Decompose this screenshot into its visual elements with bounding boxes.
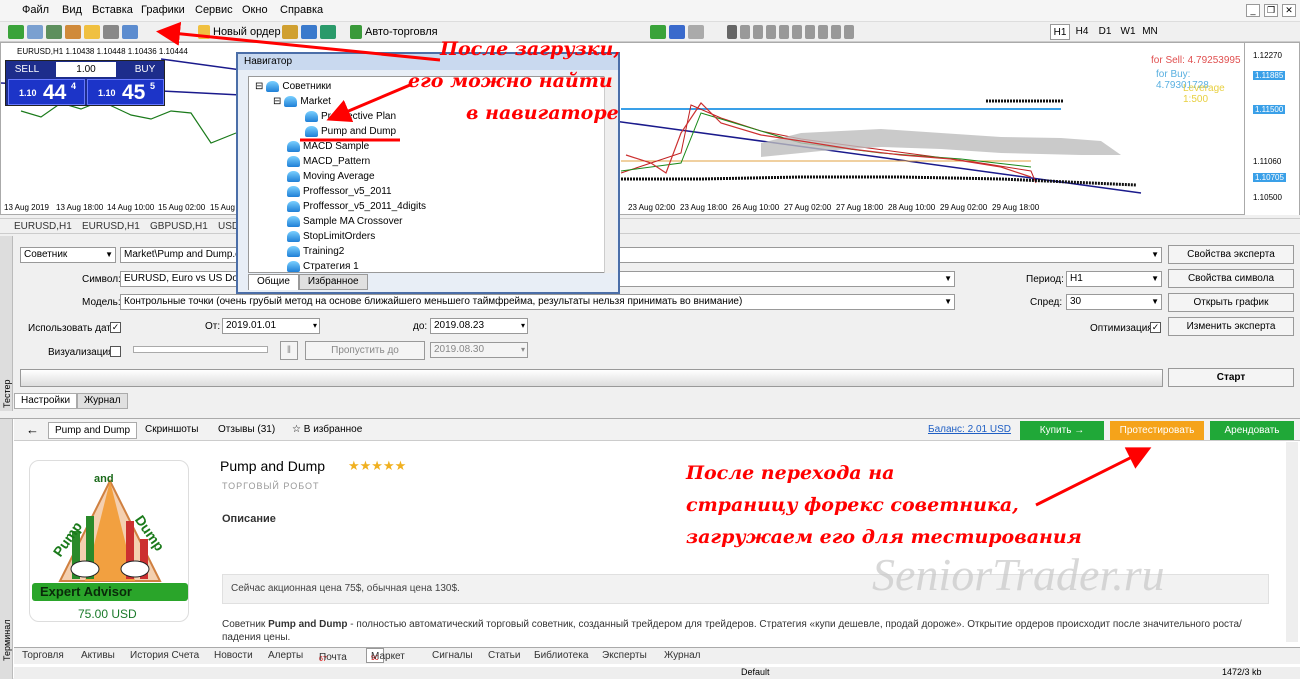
arrow-to-pump-and-dump	[326, 83, 411, 123]
annotation-arrows	[156, 21, 1152, 507]
arrow-to-test-button	[1035, 447, 1152, 507]
arrow-to-navigator-button	[156, 21, 441, 62]
